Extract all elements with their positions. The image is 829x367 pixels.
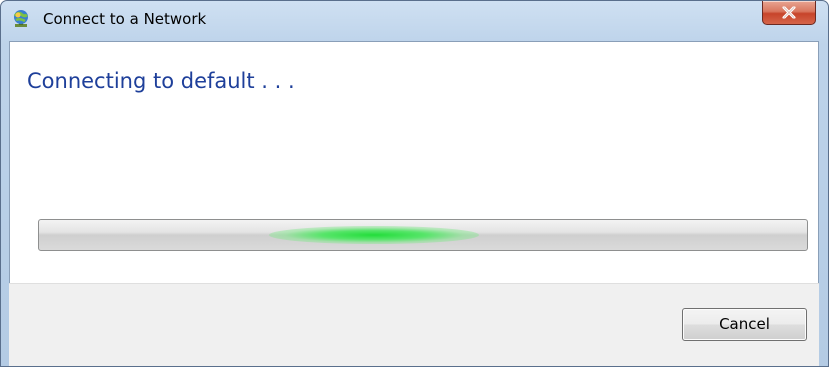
- progress-bar: [38, 219, 808, 251]
- status-heading: Connecting to default . . .: [27, 69, 295, 93]
- cancel-button[interactable]: Cancel: [682, 308, 807, 341]
- progress-indicator: [269, 226, 479, 244]
- network-connect-icon: [11, 9, 31, 29]
- close-button[interactable]: [762, 1, 816, 25]
- title-bar[interactable]: Connect to a Network: [1, 1, 828, 35]
- window-title: Connect to a Network: [43, 10, 207, 28]
- close-icon: [782, 3, 796, 22]
- dialog-window: Connect to a Network Connecting to defau…: [0, 0, 829, 367]
